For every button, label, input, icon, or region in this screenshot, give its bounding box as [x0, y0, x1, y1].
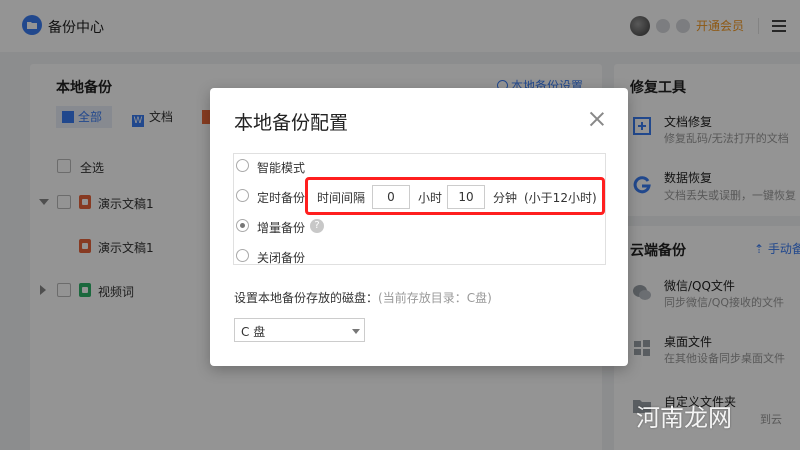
option-label: 关闭备份 — [257, 251, 306, 265]
disk-select[interactable]: C 盘 — [234, 318, 365, 342]
disk-setting-label: 设置本地备份存放的磁盘：(当前存放目录：C盘) — [234, 289, 492, 306]
current-dir-hint: (当前存放目录：C盘) — [378, 291, 492, 305]
radio-scheduled-backup[interactable] — [236, 189, 249, 202]
radio-smart-mode[interactable] — [236, 159, 249, 172]
disk-select-value: C 盘 — [241, 325, 266, 339]
chevron-down-icon — [352, 329, 360, 334]
help-icon[interactable]: ? — [310, 219, 324, 233]
highlight-annotation-box — [305, 177, 605, 215]
disk-label-text: 设置本地备份存放的磁盘： — [234, 291, 379, 305]
dialog-title: 本地备份配置 — [234, 112, 349, 134]
option-label: 定时备份 — [257, 191, 306, 205]
backup-config-dialog: 本地备份配置 智能模式 定时备份 增量备份 ? 关闭备份 时间间隔 0 小时 1… — [210, 88, 628, 366]
watermark: 河南龙网 — [636, 404, 732, 432]
radio-incremental-backup[interactable] — [236, 219, 249, 232]
radio-disable-backup[interactable] — [236, 249, 249, 262]
option-label: 增量备份 — [257, 221, 306, 235]
option-label: 智能模式 — [257, 161, 306, 175]
close-icon[interactable] — [588, 110, 606, 128]
